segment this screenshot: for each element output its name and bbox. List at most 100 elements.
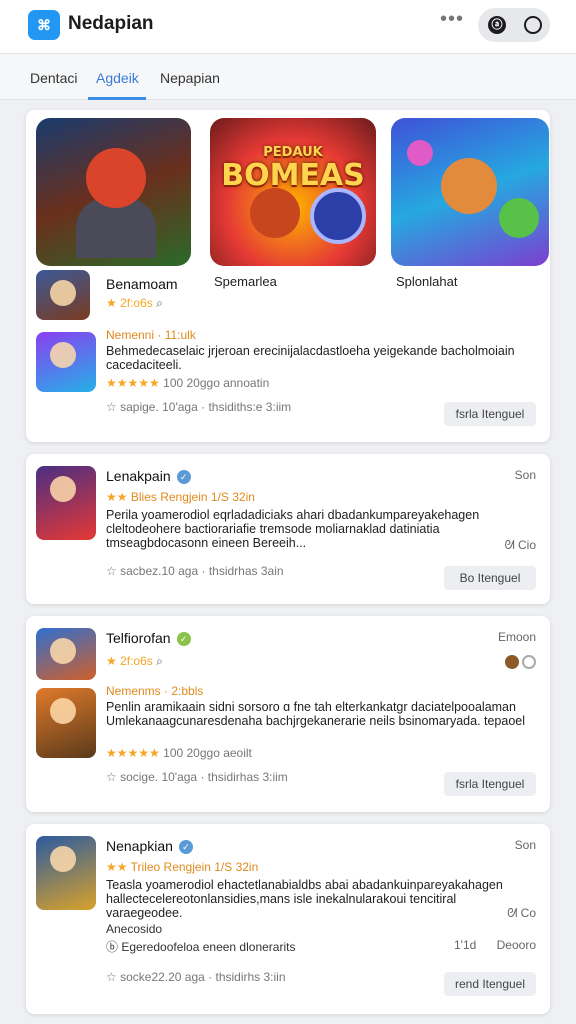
account-icon[interactable]: ⓐ <box>488 16 506 34</box>
star-outline-icon: ☆ <box>106 770 121 784</box>
extra-line: ⓑ Egeredoofeloa eneen dlonerarits <box>106 940 296 954</box>
meta-line: ☆ sapige. 10'aga · thsidiths:e 3:iim <box>106 400 291 414</box>
avatar-face-shape <box>50 280 76 306</box>
meta-text: sacbez.10 aga · thsidrhas 3ain <box>120 564 284 578</box>
game-description: Perila yoamerodiol eqrladadiciaks ahari … <box>106 508 480 550</box>
rating-label: ★ 2f:o6s ⌕ <box>106 654 163 669</box>
stars-text: 100 20ggo annoatin <box>163 376 270 390</box>
game-description: Penlin aramikaain sidni sorsoro ɑ fne ta… <box>106 700 526 728</box>
art-caption: Spemarlea <box>214 274 277 289</box>
tab-agdeik[interactable]: Agdeik <box>96 70 139 86</box>
avatar-face-shape <box>50 342 76 368</box>
game-name: Telfiorofan ✓ <box>106 630 191 647</box>
star-outline-icon: ☆ <box>106 970 121 984</box>
share-icon[interactable]: ᘛ Co <box>507 906 536 921</box>
game-thumbnail[interactable] <box>36 270 90 320</box>
star-outline-icon: ☆ <box>106 400 121 414</box>
game-name: Nenapkian ✓ <box>106 838 193 855</box>
meta-line: ☆ sacbez.10 aga · thsidrhas 3ain <box>106 564 284 578</box>
game-name: Benamoam <box>106 276 178 292</box>
avatar-face-shape <box>50 698 76 724</box>
hero-head-shape <box>86 148 146 208</box>
status-circle-icon[interactable] <box>524 16 542 34</box>
name-text: Telfiorofan <box>106 630 171 646</box>
shield-shape <box>310 188 366 244</box>
name-text: Nenapkian <box>106 838 173 854</box>
more-options-icon[interactable]: ••• <box>440 8 464 31</box>
rating-text: ★ 2f:o6s <box>106 296 153 310</box>
stars-glyphs: ★★ <box>106 860 128 874</box>
app-bar: ⌘ Nedapian ••• ⓐ <box>0 0 576 54</box>
star-outline-icon: ☆ <box>106 564 121 578</box>
platform-tag: Son <box>514 468 536 482</box>
game-name: Lenakpain ✓ <box>106 468 191 485</box>
rating-text: ★ 2f:o6s <box>106 654 153 668</box>
subtitle-line: ★★ Trileo Rengjein 1/S 32in <box>106 860 258 874</box>
rating-label: ★ 2f:o6s ⌕ <box>106 296 163 311</box>
share-icon[interactable]: ᘛ Cio <box>504 538 536 553</box>
dragon-shape <box>499 198 539 238</box>
name-text: Lenakpain <box>106 468 171 484</box>
avatar-icon <box>504 654 519 669</box>
game-thumbnail[interactable] <box>36 836 96 910</box>
action-button[interactable]: rend Itenguel <box>444 972 536 996</box>
search-icon[interactable]: ⌕ <box>156 296 163 310</box>
stars-glyphs: ★★★★★ <box>106 376 160 390</box>
avatar-group-icon[interactable] <box>504 654 536 669</box>
verified-icon: ✓ <box>178 840 193 855</box>
tab-nepapian[interactable]: Nepapian <box>160 70 220 86</box>
featured-art-hero[interactable] <box>36 118 191 266</box>
tab-bar: Dentaci Agdeik Nepapian <box>0 54 576 100</box>
action-button[interactable]: fsrla Itenguel <box>444 772 536 796</box>
orb-shape <box>407 140 433 166</box>
app-title: Nedapian <box>68 13 154 34</box>
game-card: Telfiorofan ✓ Emoon ★ 2f:o6s ⌕ Nemenms · … <box>26 616 550 812</box>
subtitle-text: Trileo Rengjein 1/S 32in <box>130 860 259 874</box>
fox-shape <box>441 158 497 214</box>
meta-line: ☆ socige. 10'aga · thsidirhas 3:iim <box>106 770 288 784</box>
subtitle-text: Blies Rengjein 1/S 32in <box>130 490 255 504</box>
avatar-face-shape <box>50 476 76 502</box>
active-tab-indicator <box>88 97 146 100</box>
platform-tag: Son <box>514 838 536 852</box>
stars-glyphs: ★★★★★ <box>106 746 160 760</box>
featured-art-creatures[interactable] <box>391 118 549 266</box>
featured-art-bombers[interactable]: PEDAUK BOMEAS <box>210 118 376 266</box>
game-thumbnail[interactable] <box>36 332 96 392</box>
art-title-block: PEDAUK BOMEAS <box>210 146 376 192</box>
account-toggle[interactable]: ⓐ <box>478 8 550 42</box>
game-description: Teasla yoamerodiol ehactetlanabialdbs ab… <box>106 878 503 920</box>
art-caption: Splonlahat <box>396 274 458 289</box>
star-rating: ★★★★★ 100 20ggo aeoilt <box>106 746 252 760</box>
game-card: Lenakpain ✓ Son ★★ Blies Rengjein 1/S 32i… <box>26 454 550 604</box>
stars-glyphs: ★★ <box>106 490 128 504</box>
meta-text: socige. 10'aga · thsidirhas 3:iim <box>120 770 288 784</box>
art-title: BOMEAS <box>221 158 365 193</box>
game-description: Behmedecaselaic jrjeroan erecinijalacdas… <box>106 344 515 372</box>
game-thumbnail[interactable] <box>36 688 96 758</box>
avatar-icon <box>522 654 536 669</box>
game-thumbnail[interactable] <box>36 466 96 540</box>
tab-dentaci[interactable]: Dentaci <box>30 70 77 86</box>
game-thumbnail[interactable] <box>36 628 96 680</box>
star-rating: ★★★★★ 100 20ggo annoatin <box>106 376 269 390</box>
meta-text: socke22.20 aga · thsidirhs 3:iin <box>120 970 286 984</box>
game-card: Nenapkian ✓ Son ★★ Trileo Rengjein 1/S 32… <box>26 824 550 1014</box>
verified-icon: ✓ <box>176 470 191 485</box>
count-label: Deooro <box>496 938 536 952</box>
subtitle-line: ★★ Blies Rengjein 1/S 32in <box>106 490 255 504</box>
action-button[interactable]: Bo Itenguel <box>444 566 536 590</box>
platform-tag: Emoon <box>497 630 536 644</box>
search-icon[interactable]: ⌕ <box>156 654 163 668</box>
app-logo-icon[interactable]: ⌘ <box>28 10 60 40</box>
featured-card: PEDAUK BOMEAS Spemarlea Splonlahat Benam… <box>26 110 550 442</box>
character-shape <box>250 188 300 238</box>
avatar-face-shape <box>50 638 76 664</box>
meta-text: sapige. 10'aga · thsidiths:e 3:iim <box>120 400 292 414</box>
count-value: 1'1d <box>454 938 477 952</box>
stars-text: 100 20ggo aeoilt <box>163 746 252 760</box>
action-button[interactable]: fsrla Itenguel <box>444 402 536 426</box>
headline-label: Nemenni · 11:ulk <box>106 328 196 342</box>
avatar-face-shape <box>50 846 76 872</box>
headline-label: Nemenms · 2:bbls <box>106 684 204 698</box>
